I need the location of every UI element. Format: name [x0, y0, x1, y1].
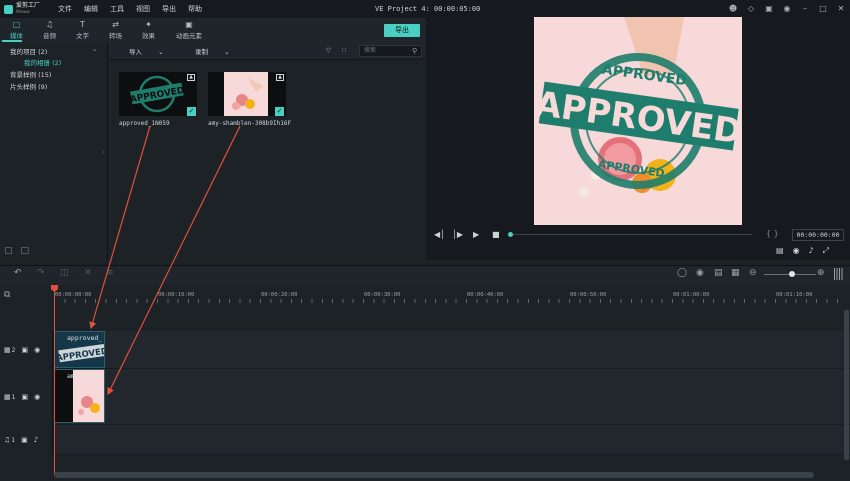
- arrow-to-track-1: [107, 125, 241, 396]
- video-editor-window: { "app": { "logo_line1": "爱剪工厂", "logo_l…: [0, 0, 850, 481]
- annotation-arrows: [89, 125, 241, 396]
- arrow-to-track-2: [89, 125, 151, 330]
